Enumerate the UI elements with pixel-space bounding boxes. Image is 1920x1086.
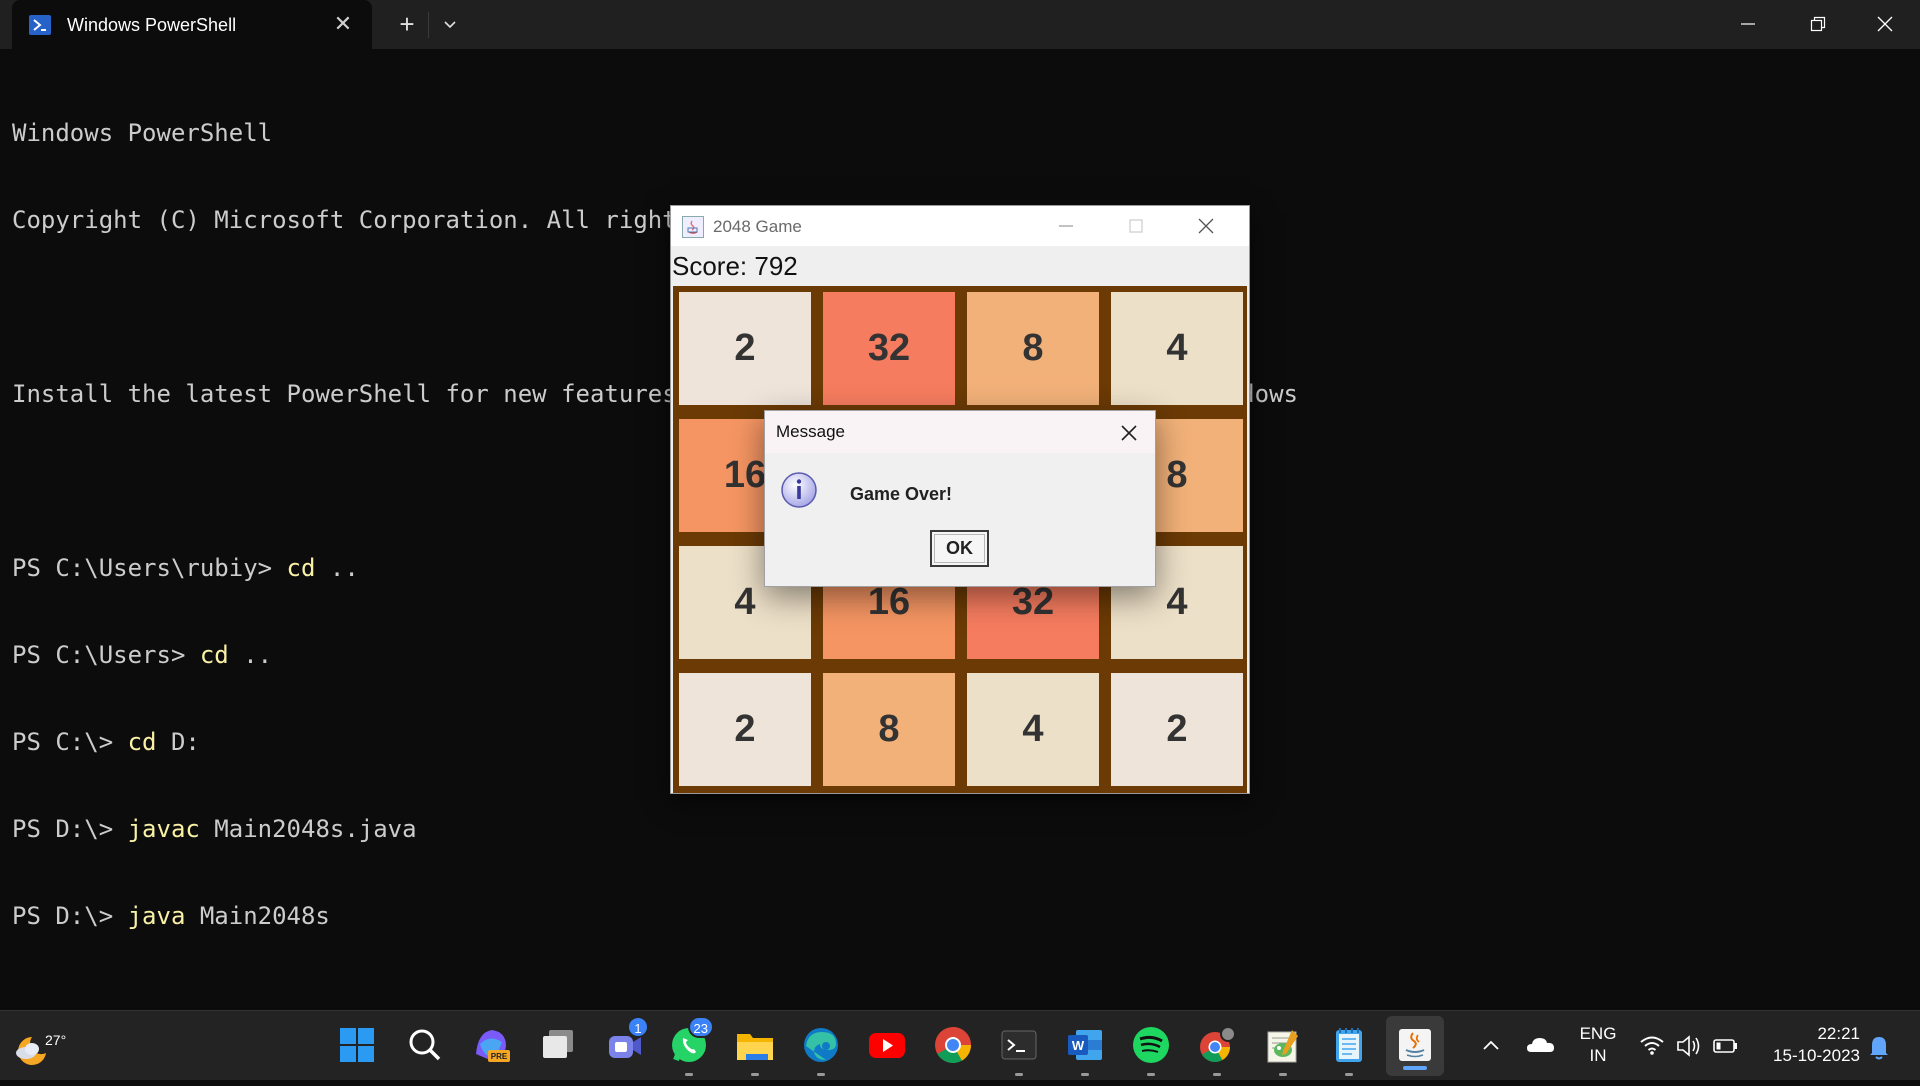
game-title: 2048 Game (713, 217, 802, 236)
search-icon[interactable] (404, 1024, 446, 1066)
chrome-profile-icon[interactable] (1196, 1024, 1238, 1076)
temperature: 27° (45, 1032, 67, 1048)
youtube-icon[interactable] (866, 1024, 908, 1066)
game-maximize-icon[interactable] (1121, 212, 1151, 240)
running-indicator (1213, 1073, 1221, 1076)
running-indicator (1345, 1073, 1353, 1076)
java-app-icon (682, 216, 704, 238)
lang-code: ENG (1579, 1024, 1617, 1043)
taskbar: 27° PRE 1 23 W ENG IN 22:21 15-10-2023 (0, 1010, 1920, 1080)
whatsapp-icon[interactable]: 23 (668, 1016, 714, 1076)
clock[interactable]: 22:21 15-10-2023 (1760, 1023, 1860, 1067)
show-hidden-icons[interactable] (1478, 1011, 1504, 1081)
close-button[interactable] (1850, 0, 1920, 49)
whatsapp-badge: 23 (687, 1016, 714, 1038)
copilot-icon[interactable]: PRE (470, 1024, 512, 1066)
edge-icon[interactable] (800, 1024, 842, 1076)
powershell-icon (29, 15, 51, 35)
spotify-icon[interactable] (1130, 1024, 1172, 1076)
game-titlebar: 2048 Game (671, 206, 1249, 246)
teams-badge: 1 (627, 1016, 649, 1038)
dialog-title: Message (776, 422, 845, 441)
java-icon[interactable] (1394, 1024, 1436, 1066)
notepad-plus-icon[interactable] (1262, 1024, 1304, 1076)
tile: 8 (823, 673, 955, 786)
tile: 2 (679, 292, 811, 405)
tile: 2 (679, 673, 811, 786)
terminal-titlebar: Windows PowerShell ✕ + (0, 0, 1920, 49)
running-indicator (1147, 1073, 1155, 1076)
word-icon[interactable]: W (1064, 1024, 1106, 1076)
tile: 32 (823, 292, 955, 405)
notepad-icon[interactable] (1328, 1024, 1370, 1076)
lang-region: IN (1589, 1046, 1607, 1065)
language-indicator[interactable]: ENG IN (1578, 1023, 1618, 1067)
dialog-close-icon[interactable] (1117, 421, 1141, 445)
tab-close-icon[interactable]: ✕ (330, 11, 356, 37)
start-icon[interactable] (336, 1024, 378, 1066)
clock-date: 15-10-2023 (1773, 1046, 1860, 1065)
running-indicator (817, 1073, 825, 1076)
task-view-icon[interactable] (537, 1024, 579, 1066)
running-indicator (1081, 1073, 1089, 1076)
battery-icon[interactable] (1712, 1011, 1740, 1081)
terminal-line: PS D:\> javac Main2048s.java (12, 815, 417, 843)
tab-title: Windows PowerShell (67, 15, 237, 35)
terminal-icon[interactable] (998, 1024, 1040, 1076)
game-minimize-icon[interactable] (1051, 212, 1081, 240)
onedrive-icon[interactable] (1525, 1011, 1557, 1081)
terminal-line: Windows PowerShell (12, 119, 273, 147)
active-app-indicator (1403, 1066, 1427, 1070)
chrome-icon[interactable] (932, 1024, 974, 1066)
tile: 2 (1111, 673, 1243, 786)
ok-button[interactable]: OK (930, 530, 989, 567)
message-dialog: Message Game Over! OK (764, 410, 1156, 587)
score-label: Score: 792 (672, 251, 798, 281)
notification-bell-icon[interactable] (1866, 1011, 1892, 1081)
svg-text:W: W (1072, 1038, 1085, 1053)
svg-text:PRE: PRE (491, 1052, 508, 1061)
file-explorer-icon[interactable] (734, 1024, 776, 1076)
clock-time: 22:21 (1817, 1024, 1860, 1043)
weather-widget[interactable]: 27° (12, 1021, 72, 1071)
minimize-button[interactable] (1713, 0, 1783, 49)
volume-icon[interactable] (1675, 1011, 1703, 1081)
game-close-icon[interactable] (1191, 212, 1221, 240)
terminal-line: PS D:\> java Main2048s (12, 902, 330, 930)
running-indicator (685, 1073, 693, 1076)
dialog-message: Game Over! (850, 484, 953, 504)
tile: 4 (1111, 292, 1243, 405)
info-icon (779, 470, 819, 510)
running-indicator (1015, 1073, 1023, 1076)
running-indicator (1279, 1073, 1287, 1076)
tab-separator (428, 12, 429, 38)
running-indicator (751, 1073, 759, 1076)
dialog-titlebar: Message (765, 411, 1155, 453)
restore-button[interactable] (1783, 0, 1853, 49)
tile: 8 (967, 292, 1099, 405)
new-tab-button[interactable]: + (392, 10, 422, 40)
tile: 4 (967, 673, 1099, 786)
teams-icon[interactable]: 1 (603, 1016, 649, 1066)
tab-powershell[interactable]: Windows PowerShell ✕ (12, 0, 372, 49)
wifi-icon[interactable] (1638, 1011, 1666, 1081)
tab-dropdown-icon[interactable] (437, 12, 463, 38)
